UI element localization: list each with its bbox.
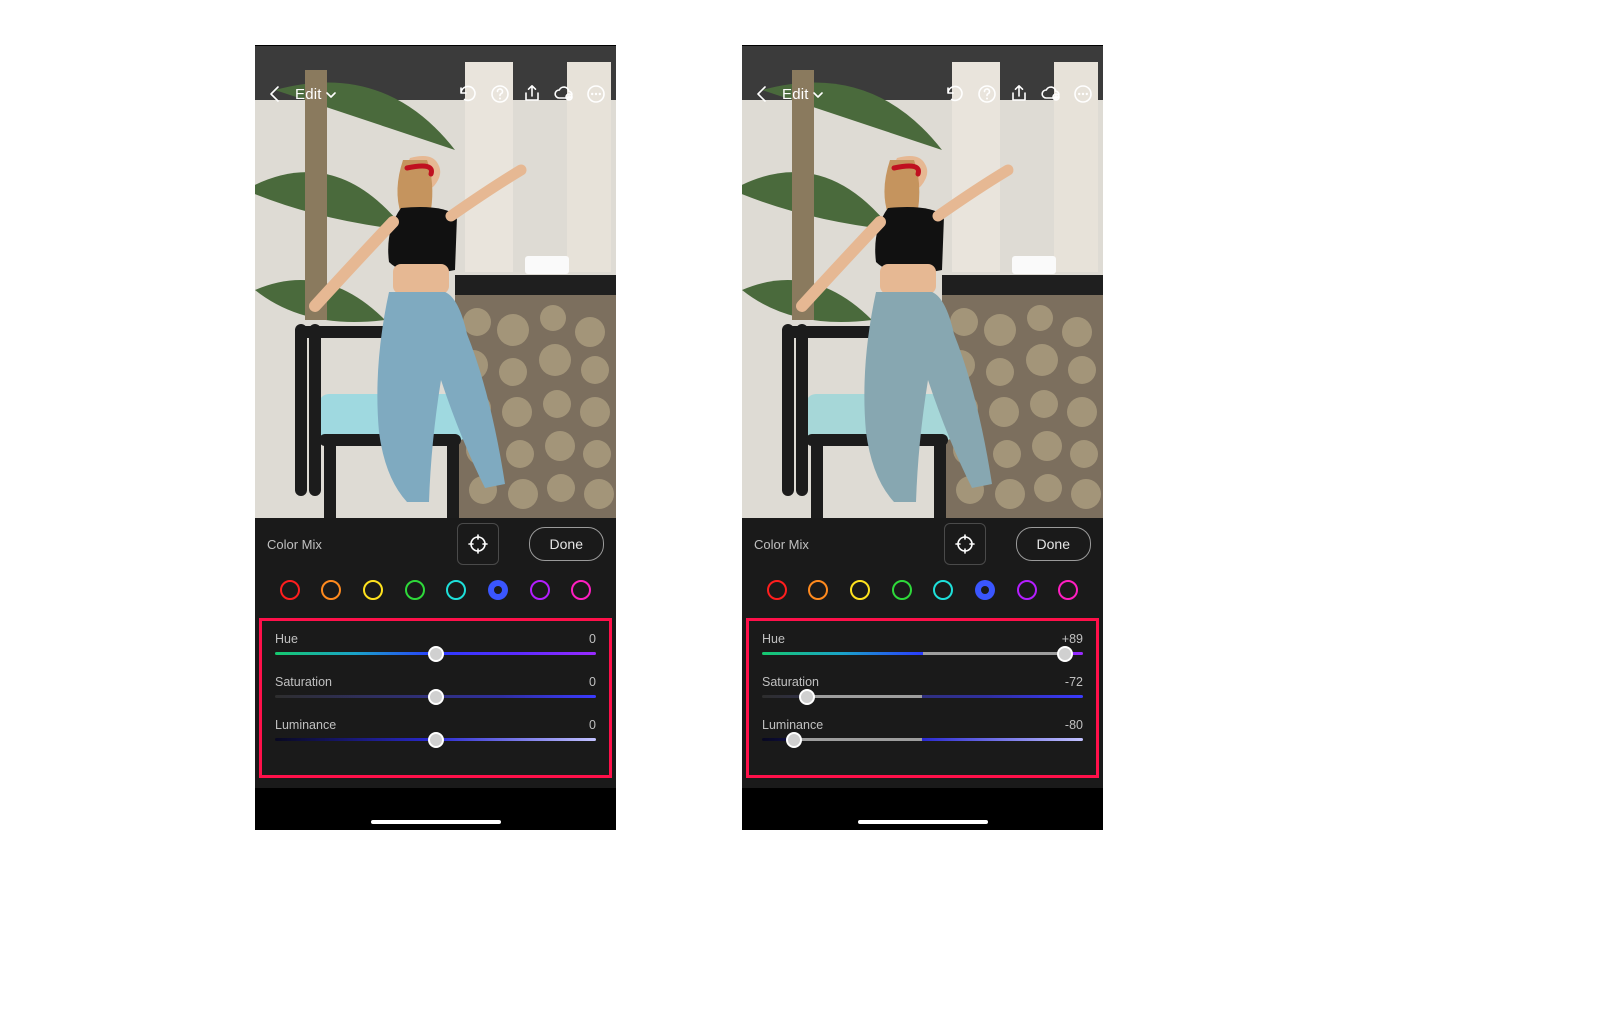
- swatch-purple[interactable]: [1017, 580, 1037, 600]
- swatch-yellow[interactable]: [850, 580, 870, 600]
- saturation-knob[interactable]: [799, 689, 815, 705]
- hue-value: 0: [589, 632, 596, 646]
- swatch-green[interactable]: [892, 580, 912, 600]
- swatch-red[interactable]: [280, 580, 300, 600]
- home-indicator[interactable]: [858, 820, 988, 824]
- screen-right: 20:25: [742, 45, 1103, 830]
- swatch-purple[interactable]: [530, 580, 550, 600]
- swatch-aqua[interactable]: [933, 580, 953, 600]
- edit-menu[interactable]: Edit: [782, 86, 823, 103]
- undo-icon[interactable]: [943, 82, 967, 106]
- saturation-slider[interactable]: Saturation -72: [762, 675, 1083, 698]
- swatch-magenta[interactable]: [1058, 580, 1078, 600]
- swatch-yellow[interactable]: [363, 580, 383, 600]
- color-swatches: [255, 570, 616, 614]
- cloud-sync-icon[interactable]: [552, 82, 576, 106]
- done-button-label: Done: [550, 536, 583, 552]
- luminance-knob[interactable]: [428, 732, 444, 748]
- swatch-orange[interactable]: [321, 580, 341, 600]
- app-toolbar: Edit: [255, 78, 616, 110]
- cloud-sync-icon[interactable]: [1039, 82, 1063, 106]
- done-button[interactable]: Done: [529, 527, 604, 561]
- luminance-slider[interactable]: Luminance -80: [762, 718, 1083, 741]
- back-icon[interactable]: [263, 82, 287, 106]
- hue-knob[interactable]: [1057, 646, 1073, 662]
- hue-slider[interactable]: Hue +89: [762, 632, 1083, 655]
- edit-menu-label: Edit: [295, 86, 322, 103]
- share-icon[interactable]: [520, 82, 544, 106]
- saturation-slider[interactable]: Saturation 0: [275, 675, 596, 698]
- swatch-orange[interactable]: [808, 580, 828, 600]
- saturation-label: Saturation: [762, 675, 819, 689]
- hue-knob[interactable]: [428, 646, 444, 662]
- luminance-value: -80: [1065, 718, 1083, 732]
- swatch-blue[interactable]: [975, 580, 995, 600]
- saturation-label: Saturation: [275, 675, 332, 689]
- help-icon[interactable]: [975, 82, 999, 106]
- luminance-label: Luminance: [275, 718, 336, 732]
- color-mix-label: Color Mix: [267, 537, 322, 552]
- hue-value: +89: [1062, 632, 1083, 646]
- edit-menu[interactable]: Edit: [295, 86, 336, 103]
- color-mix-header: Color Mix Done: [742, 518, 1103, 570]
- photo-canvas[interactable]: [255, 46, 616, 518]
- hue-label: Hue: [275, 632, 298, 646]
- help-icon[interactable]: [488, 82, 512, 106]
- swatch-aqua[interactable]: [446, 580, 466, 600]
- swatch-magenta[interactable]: [571, 580, 591, 600]
- slider-panel: Hue 0 Saturation 0: [255, 614, 616, 747]
- done-button-label: Done: [1037, 536, 1070, 552]
- chevron-down-icon: [326, 86, 336, 103]
- saturation-value: 0: [589, 675, 596, 689]
- screen-left: 20:25: [255, 45, 616, 830]
- color-mix-label: Color Mix: [754, 537, 809, 552]
- more-icon[interactable]: [1071, 82, 1095, 106]
- swatch-blue[interactable]: [488, 580, 508, 600]
- luminance-label: Luminance: [762, 718, 823, 732]
- hue-slider[interactable]: Hue 0: [275, 632, 596, 655]
- back-icon[interactable]: [750, 82, 774, 106]
- targeted-adjustment-button[interactable]: [944, 523, 986, 565]
- hue-label: Hue: [762, 632, 785, 646]
- swatch-red[interactable]: [767, 580, 787, 600]
- undo-icon[interactable]: [456, 82, 480, 106]
- app-toolbar: Edit: [742, 78, 1103, 110]
- luminance-knob[interactable]: [786, 732, 802, 748]
- edit-menu-label: Edit: [782, 86, 809, 103]
- luminance-slider[interactable]: Luminance 0: [275, 718, 596, 741]
- color-mix-header: Color Mix Done: [255, 518, 616, 570]
- photo-canvas[interactable]: [742, 46, 1103, 518]
- saturation-value: -72: [1065, 675, 1083, 689]
- swatch-green[interactable]: [405, 580, 425, 600]
- share-icon[interactable]: [1007, 82, 1031, 106]
- home-indicator[interactable]: [371, 820, 501, 824]
- slider-panel: Hue +89 Saturation -72: [742, 614, 1103, 747]
- saturation-knob[interactable]: [428, 689, 444, 705]
- luminance-value: 0: [589, 718, 596, 732]
- color-swatches: [742, 570, 1103, 614]
- more-icon[interactable]: [584, 82, 608, 106]
- chevron-down-icon: [813, 86, 823, 103]
- targeted-adjustment-button[interactable]: [457, 523, 499, 565]
- done-button[interactable]: Done: [1016, 527, 1091, 561]
